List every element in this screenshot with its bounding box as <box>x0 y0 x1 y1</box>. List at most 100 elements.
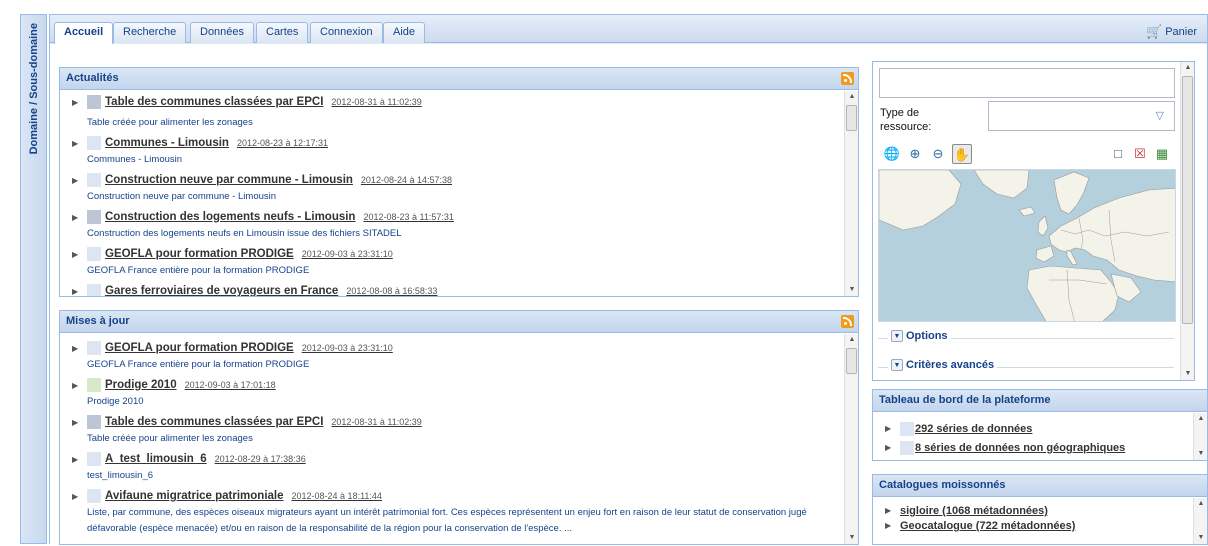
item-description: GEOFLA France entière pour la formation … <box>87 265 310 276</box>
item-title-link[interactable]: Construction des logements neufs - Limou… <box>105 211 454 223</box>
tab-accueil[interactable]: Accueil <box>54 22 114 44</box>
tab-cartes[interactable]: Cartes <box>256 22 309 43</box>
item-title-link[interactable]: Avifaune migratrice patrimoniale 2012-08-… <box>105 490 382 502</box>
catalogues-panel: Catalogues moissonnés ▶ sigloire (1068 m… <box>872 474 1208 545</box>
mises-a-jour-scrollbar[interactable]: ▲ ▼ <box>844 334 858 544</box>
rss-feed-icon[interactable] <box>841 72 854 85</box>
item-title-link[interactable]: Construction neuve par commune - Limousi… <box>105 174 452 186</box>
scroll-thumb[interactable] <box>846 105 857 131</box>
item-title-link[interactable]: A_test_limousin_6 2012-08-29 à 17:38:36 <box>105 453 306 465</box>
thumbnail-image <box>87 284 101 296</box>
tab-connexion[interactable]: Connexion <box>310 22 383 43</box>
item-date: 2012-08-24 à 14:57:38 <box>360 175 452 185</box>
expand-arrow-icon[interactable]: ▶ <box>72 250 78 259</box>
item-title-link[interactable]: Prodige 2010 2012-09-03 à 17:01:18 <box>105 379 276 391</box>
scroll-up-icon[interactable]: ▲ <box>1194 413 1208 425</box>
tab-recherche[interactable]: Recherche <box>113 22 187 43</box>
list-item: ▶ Communes - Limousin 2012-08-23 à 12:17:… <box>60 134 844 171</box>
pan-hand-icon[interactable]: ✋ <box>952 144 972 164</box>
cart-button[interactable]: 🛒 Panier <box>1146 24 1197 40</box>
list-item: ▶ Gares ferroviaires de voyageurs en Fra… <box>60 282 844 296</box>
item-title-link[interactable]: GEOFLA pour formation PRODIGE 2012-09-03 … <box>105 248 393 260</box>
scroll-up-icon[interactable]: ▲ <box>845 91 859 103</box>
scroll-up-icon[interactable]: ▲ <box>1194 498 1208 510</box>
expand-arrow-icon[interactable]: ▶ <box>72 492 78 501</box>
search-panel-scrollbar[interactable]: ▲ ▼ <box>1180 62 1194 380</box>
scroll-down-icon[interactable]: ▼ <box>1194 532 1208 544</box>
actualites-title: Actualités <box>66 72 119 84</box>
tab-donnees[interactable]: Données <box>190 22 255 43</box>
expand-arrow-icon[interactable]: ▶ <box>72 213 78 222</box>
thumbnail-image <box>87 136 101 150</box>
item-title-link[interactable]: Table des communes classées par EPCI 2012… <box>105 416 422 428</box>
scroll-up-icon[interactable]: ▲ <box>845 334 859 346</box>
domain-sidebar[interactable]: Domaine / Sous-domaine <box>20 14 47 544</box>
catalogue-link[interactable]: sigloire (1068 métadonnées) <box>900 505 1048 517</box>
item-description: Communes - Limousin <box>87 154 183 165</box>
expand-arrow-icon[interactable]: ▶ <box>72 287 78 296</box>
expand-arrow-icon[interactable]: ▶ <box>885 424 891 433</box>
tab-aide[interactable]: Aide <box>383 22 426 43</box>
scroll-thumb[interactable] <box>846 348 857 374</box>
advanced-criteria-fieldset: ▼ Critères avancés <box>878 359 1174 375</box>
expand-arrow-icon[interactable]: ▶ <box>885 506 891 515</box>
search-input[interactable] <box>879 68 1175 98</box>
layers-icon[interactable]: ▦ <box>1152 144 1172 164</box>
list-item: ▶ Table des communes classées par EPCI 20… <box>60 413 844 450</box>
expand-toggle-icon: ▼ <box>891 330 903 342</box>
resource-type-select[interactable]: ▽ <box>988 101 1175 131</box>
list-item: ▶ Construction des logements neufs - Lim… <box>60 208 844 245</box>
catalogues-scrollbar[interactable]: ▲ ▼ <box>1193 498 1207 544</box>
options-toggle[interactable]: ▼ Options <box>888 330 951 342</box>
dashboard-link[interactable]: 292 séries de données <box>915 423 1032 435</box>
expand-arrow-icon[interactable]: ▶ <box>72 381 78 390</box>
scroll-up-icon[interactable]: ▲ <box>1181 62 1194 74</box>
actualites-scrollbar[interactable]: ▲ ▼ <box>844 91 858 296</box>
tableau-de-bord-title: Tableau de bord de la plateforme <box>879 394 1051 406</box>
tableau-scrollbar[interactable]: ▲ ▼ <box>1193 413 1207 460</box>
catalogues-title: Catalogues moissonnés <box>879 479 1006 491</box>
chevron-down-icon: ▽ <box>1155 110 1164 122</box>
item-title-link[interactable]: GEOFLA pour formation PRODIGE 2012-09-03 … <box>105 342 393 354</box>
dashboard-link[interactable]: 8 séries de données non géographiques <box>915 442 1125 454</box>
actualites-list: ▶ Table des communes classées par EPCI 20… <box>60 91 844 296</box>
catalogues-list: ▶ sigloire (1068 métadonnées) ▶ Geocatal… <box>873 498 1193 544</box>
thumbnail-image <box>87 210 101 224</box>
expand-arrow-icon[interactable]: ▶ <box>72 344 78 353</box>
item-description: Table créée pour alimenter les zonages <box>87 117 253 128</box>
select-box-icon[interactable]: □ <box>1108 144 1128 164</box>
expand-arrow-icon[interactable]: ▶ <box>72 98 78 107</box>
rss-feed-icon[interactable] <box>841 315 854 328</box>
item-date: 2012-09-03 à 23:31:10 <box>301 249 393 259</box>
scroll-thumb[interactable] <box>1182 76 1193 324</box>
scroll-down-icon[interactable]: ▼ <box>1194 448 1208 460</box>
item-title-link[interactable]: Gares ferroviaires de voyageurs en Franc… <box>105 285 437 296</box>
zoom-in-icon[interactable]: ⊕ <box>905 144 925 164</box>
expand-arrow-icon[interactable]: ▶ <box>72 139 78 148</box>
clear-selection-icon[interactable]: ☒ <box>1130 144 1150 164</box>
advanced-criteria-toggle[interactable]: ▼ Critères avancés <box>888 359 998 371</box>
item-title-link[interactable]: Communes - Limousin 2012-08-23 à 12:17:31 <box>105 137 328 149</box>
options-fieldset: ▼ Options <box>878 330 1174 346</box>
expand-arrow-icon[interactable]: ▶ <box>72 455 78 464</box>
expand-arrow-icon[interactable]: ▶ <box>72 418 78 427</box>
item-title-link[interactable]: Table des communes classées par EPCI 2012… <box>105 96 422 108</box>
map-view[interactable] <box>878 169 1176 322</box>
thumbnail-image <box>900 422 914 436</box>
catalogues-header: Catalogues moissonnés <box>873 475 1207 497</box>
item-date: 2012-08-31 à 11:02:39 <box>331 417 422 427</box>
scroll-down-icon[interactable]: ▼ <box>845 284 859 296</box>
zoom-out-icon[interactable]: ⊖ <box>928 144 948 164</box>
expand-arrow-icon[interactable]: ▶ <box>885 443 891 452</box>
mises-a-jour-list: ▶ GEOFLA pour formation PRODIGE 2012-09-0… <box>60 334 844 546</box>
list-item: ▶ 292 séries de données <box>873 420 1193 439</box>
mises-a-jour-title: Mises à jour <box>66 315 130 327</box>
item-description: Construction neuve par commune - Limousi… <box>87 191 277 202</box>
expand-arrow-icon[interactable]: ▶ <box>72 176 78 185</box>
expand-arrow-icon[interactable]: ▶ <box>885 521 891 530</box>
scroll-down-icon[interactable]: ▼ <box>845 532 859 544</box>
catalogue-link[interactable]: Geocatalogue (722 métadonnées) <box>900 520 1075 532</box>
globe-icon[interactable]: 🌐 <box>882 144 902 164</box>
scroll-down-icon[interactable]: ▼ <box>1181 368 1194 380</box>
thumbnail-image <box>87 415 101 429</box>
